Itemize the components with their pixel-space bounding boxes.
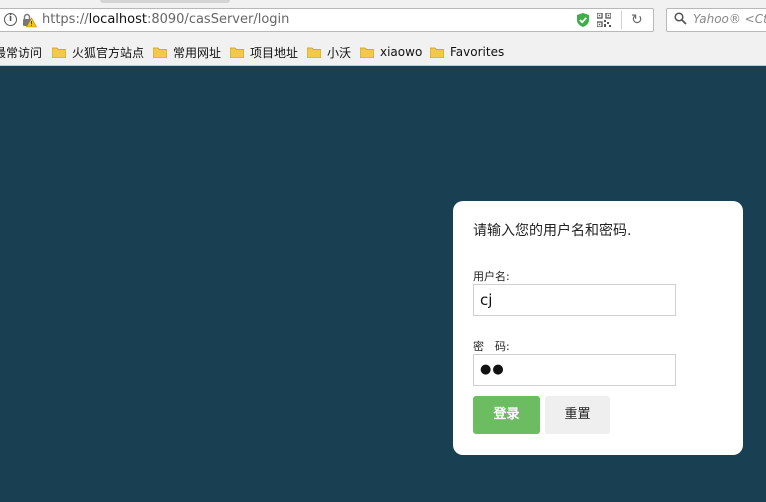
navigation-toolbar: i https://localhost:8090/casServer/login xyxy=(0,6,766,34)
folder-icon xyxy=(307,47,321,58)
folder-icon xyxy=(360,47,374,58)
bookmark-label: xiaowo xyxy=(380,45,423,59)
bookmark-favorites[interactable]: Favorites xyxy=(430,43,504,61)
browser-chrome: i https://localhost:8090/casServer/login xyxy=(0,0,766,66)
shield-check-icon[interactable] xyxy=(575,12,591,28)
url-path: :8090/casServer/login xyxy=(146,12,290,27)
folder-icon xyxy=(230,47,244,58)
url-text[interactable]: https://localhost:8090/casServer/login xyxy=(42,12,289,27)
username-input[interactable]: cj xyxy=(473,284,676,316)
bookmark-xiaowo-cn[interactable]: 小沃 xyxy=(307,43,351,61)
folder-icon xyxy=(430,47,444,58)
username-value: cj xyxy=(480,291,493,309)
bookmark-common-sites[interactable]: 常用网址 xyxy=(153,43,221,61)
active-tab-edge[interactable] xyxy=(100,0,230,3)
qr-code-icon[interactable] xyxy=(597,13,611,27)
bookmark-most-visited[interactable]: 最常访问 xyxy=(0,43,42,61)
url-scheme: https:// xyxy=(42,12,89,27)
username-label: 用户名: xyxy=(473,270,510,283)
reset-button[interactable]: 重置 xyxy=(545,396,610,434)
bookmark-label: 常用网址 xyxy=(173,45,222,60)
bookmark-label: Favorites xyxy=(450,45,505,59)
password-mask: ●● xyxy=(480,362,505,377)
bookmark-label: 项目地址 xyxy=(250,45,299,60)
folder-icon xyxy=(52,47,66,58)
bookmark-label: 小沃 xyxy=(327,45,352,60)
bookmarks-bar: 最常访问 火狐官方站点 常用网址 项目地址 小沃 xiaowo Favorite… xyxy=(0,38,766,66)
login-card: 请输入您的用户名和密码. 用户名: cj 密 码: ●● 登录 重置 xyxy=(453,201,743,455)
url-host: localhost xyxy=(88,12,147,27)
password-input[interactable]: ●● xyxy=(473,354,676,386)
login-prompt: 请输入您的用户名和密码. xyxy=(473,223,632,239)
insecure-lock-icon[interactable] xyxy=(21,12,37,28)
bookmark-xiaowo[interactable]: xiaowo xyxy=(360,43,422,61)
reload-icon[interactable]: ↻ xyxy=(631,12,643,28)
password-label: 密 码: xyxy=(473,340,510,353)
folder-icon xyxy=(153,47,167,58)
bookmark-label: 火狐官方站点 xyxy=(72,45,145,60)
search-bar[interactable]: Yahoo® <Ctrl+K> xyxy=(666,8,766,32)
bookmark-label: 最常访问 xyxy=(0,45,43,60)
search-icon xyxy=(674,12,687,25)
bookmark-project-address[interactable]: 项目地址 xyxy=(230,43,298,61)
search-placeholder: Yahoo® <Ctrl+K> xyxy=(693,12,766,26)
login-button[interactable]: 登录 xyxy=(473,396,540,434)
url-bar[interactable]: i https://localhost:8090/casServer/login xyxy=(0,8,654,32)
url-bar-divider xyxy=(621,11,622,29)
info-icon[interactable]: i xyxy=(4,13,17,26)
bookmark-firefox-official[interactable]: 火狐官方站点 xyxy=(52,43,144,61)
